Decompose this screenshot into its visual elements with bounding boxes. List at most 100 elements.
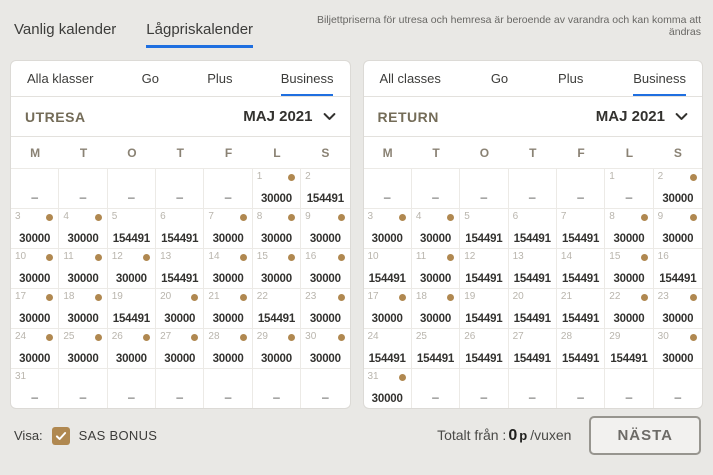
calendar-day-cell: 1– <box>605 168 653 208</box>
calendar-day-cell[interactable]: 2230000 <box>605 288 653 328</box>
calendar-day-cell[interactable]: 2330000 <box>654 288 702 328</box>
calendar-day-cell[interactable]: 1830000 <box>59 288 107 328</box>
calendar-day-cell[interactable]: 330000 <box>11 208 59 248</box>
calendar-day-cell[interactable]: 2430000 <box>11 328 59 368</box>
calendar-day-cell[interactable]: 130000 <box>253 168 301 208</box>
calendar-day-cell[interactable]: 19154491 <box>108 288 156 328</box>
calendar-day-cell[interactable]: 730000 <box>204 208 252 248</box>
calendar-day-cell[interactable]: 3130000 <box>364 368 412 408</box>
price-value: 30000 <box>204 273 251 285</box>
calendar-day-cell[interactable]: 20154491 <box>509 288 557 328</box>
calendar-day-cell[interactable]: 21154491 <box>557 288 605 328</box>
calendar-day-cell[interactable]: 12154491 <box>460 248 508 288</box>
calendar-day-cell[interactable]: 1130000 <box>412 248 460 288</box>
calendar-day-cell[interactable]: 14154491 <box>557 248 605 288</box>
price-value: 30000 <box>301 233 349 245</box>
low-price-dot-icon <box>288 214 295 221</box>
class-tab-business[interactable]: Business <box>633 71 686 96</box>
calendar-day-cell[interactable]: 26154491 <box>460 328 508 368</box>
calendar-day-cell[interactable]: 7 154491 <box>557 208 605 248</box>
price-value: 30000 <box>301 273 349 285</box>
calendar-day-cell[interactable]: 1730000 <box>11 288 59 328</box>
outbound-month-selector[interactable]: MAJ 2021 <box>243 108 335 125</box>
calendar-day-cell[interactable]: 16154491 <box>654 248 702 288</box>
price-value: 154491 <box>557 233 604 245</box>
calendar-day-cell[interactable]: 1230000 <box>108 248 156 288</box>
footer-bar: Visa: SAS BONUS Totalt från :0p/vuxen NÄ… <box>0 409 713 462</box>
calendar-day-cell[interactable]: 330000 <box>364 208 412 248</box>
class-tab-go[interactable]: Go <box>142 71 159 96</box>
calendar-day-cell[interactable]: 2030000 <box>156 288 204 328</box>
day-number: 6 <box>160 211 166 222</box>
calendar-day-cell[interactable]: 2154491 <box>301 168 349 208</box>
class-tab-all-classes[interactable]: All classes <box>380 71 441 96</box>
calendar-day-cell[interactable]: 27154491 <box>509 328 557 368</box>
calendar-day-cell[interactable]: 1530000 <box>253 248 301 288</box>
calendar-day-cell[interactable]: 25154491 <box>412 328 460 368</box>
calendar-day-cell[interactable]: 2330000 <box>301 288 349 328</box>
price-value: 30000 <box>204 353 251 365</box>
calendar-day-cell[interactable]: 2930000 <box>253 328 301 368</box>
day-number: 13 <box>160 251 171 262</box>
calendar-day-cell[interactable]: 29154491 <box>605 328 653 368</box>
next-button[interactable]: NÄSTA <box>589 416 701 455</box>
calendar-day-cell[interactable]: 13154491 <box>156 248 204 288</box>
calendar-day-cell[interactable]: 6154491 <box>509 208 557 248</box>
day-number: 25 <box>416 331 427 342</box>
calendar-day-cell[interactable]: 2130000 <box>204 288 252 328</box>
calendar-day-cell[interactable]: 3030000 <box>301 328 349 368</box>
class-tab-business[interactable]: Business <box>281 71 334 96</box>
calendar-day-cell[interactable]: 830000 <box>605 208 653 248</box>
low-price-dot-icon <box>240 294 247 301</box>
calendar-day-cell[interactable]: 2730000 <box>156 328 204 368</box>
calendar-day-cell[interactable]: 28 30000 <box>204 328 252 368</box>
day-number: 31 <box>368 371 379 382</box>
calendar-day-cell[interactable]: 230000 <box>654 168 702 208</box>
calendar-day-cell[interactable]: 6154491 <box>156 208 204 248</box>
low-price-dot-icon <box>447 254 454 261</box>
price-value: 154491 <box>460 353 507 365</box>
tab-vanlig-kalender[interactable]: Vanlig kalender <box>14 21 116 48</box>
day-number: 11 <box>63 251 73 262</box>
sas-bonus-checkbox[interactable] <box>52 427 70 445</box>
calendar-day-cell[interactable]: 930000 <box>301 208 349 248</box>
no-price-dash: – <box>301 390 349 404</box>
calendar-day-cell[interactable]: 2530000 <box>59 328 107 368</box>
class-tab-go[interactable]: Go <box>491 71 508 96</box>
no-price-dash: – <box>605 190 652 204</box>
calendar-day-cell[interactable]: 930000 <box>654 208 702 248</box>
calendar-day-cell[interactable]: 24154491 <box>364 328 412 368</box>
calendar-day-cell[interactable]: 1730000 <box>364 288 412 328</box>
class-tab-plus[interactable]: Plus <box>558 71 583 96</box>
calendar-day-cell[interactable]: 19154491 <box>460 288 508 328</box>
calendar-day-cell[interactable]: 5154491 <box>108 208 156 248</box>
calendar-day-cell[interactable]: 1430000 <box>204 248 252 288</box>
calendar-day-cell[interactable]: 3030000 <box>654 328 702 368</box>
calendar-day-cell[interactable]: 830000 <box>253 208 301 248</box>
calendar-day-cell[interactable]: 22154491 <box>253 288 301 328</box>
calendar-day-cell[interactable]: 1530000 <box>605 248 653 288</box>
day-number: 22 <box>609 291 620 302</box>
tab-lagpriskalender[interactable]: Lågpriskalender <box>146 21 253 48</box>
calendar-day-cell[interactable]: 1630000 <box>301 248 349 288</box>
calendar-day-cell[interactable]: 1130000 <box>59 248 107 288</box>
calendar-day-cell[interactable]: 2630000 <box>108 328 156 368</box>
class-tab-plus[interactable]: Plus <box>207 71 232 96</box>
calendar-day-cell[interactable]: 430000 <box>412 208 460 248</box>
low-price-dot-icon <box>46 334 53 341</box>
weekday-label: L <box>253 146 301 160</box>
calendar-day-cell[interactable]: 13154491 <box>509 248 557 288</box>
day-number: 28 <box>208 331 219 342</box>
price-value: 30000 <box>204 313 251 325</box>
calendar-day-cell[interactable]: 430000 <box>59 208 107 248</box>
calendar-day-cell[interactable]: 28154491 <box>557 328 605 368</box>
calendar-day-cell[interactable]: 10154491 <box>364 248 412 288</box>
calendar-mode-tabs: Vanlig kalender Lågpriskalender Biljettp… <box>0 0 713 48</box>
calendar-day-cell[interactable]: 5154491 <box>460 208 508 248</box>
day-number: 9 <box>658 211 664 222</box>
calendar-day-cell[interactable]: 1830000 <box>412 288 460 328</box>
calendar-day-cell[interactable]: 1030000 <box>11 248 59 288</box>
class-tab-alla-klasser[interactable]: Alla klasser <box>27 71 93 96</box>
return-month-selector[interactable]: MAJ 2021 <box>596 108 688 125</box>
day-number: 7 <box>561 211 567 222</box>
